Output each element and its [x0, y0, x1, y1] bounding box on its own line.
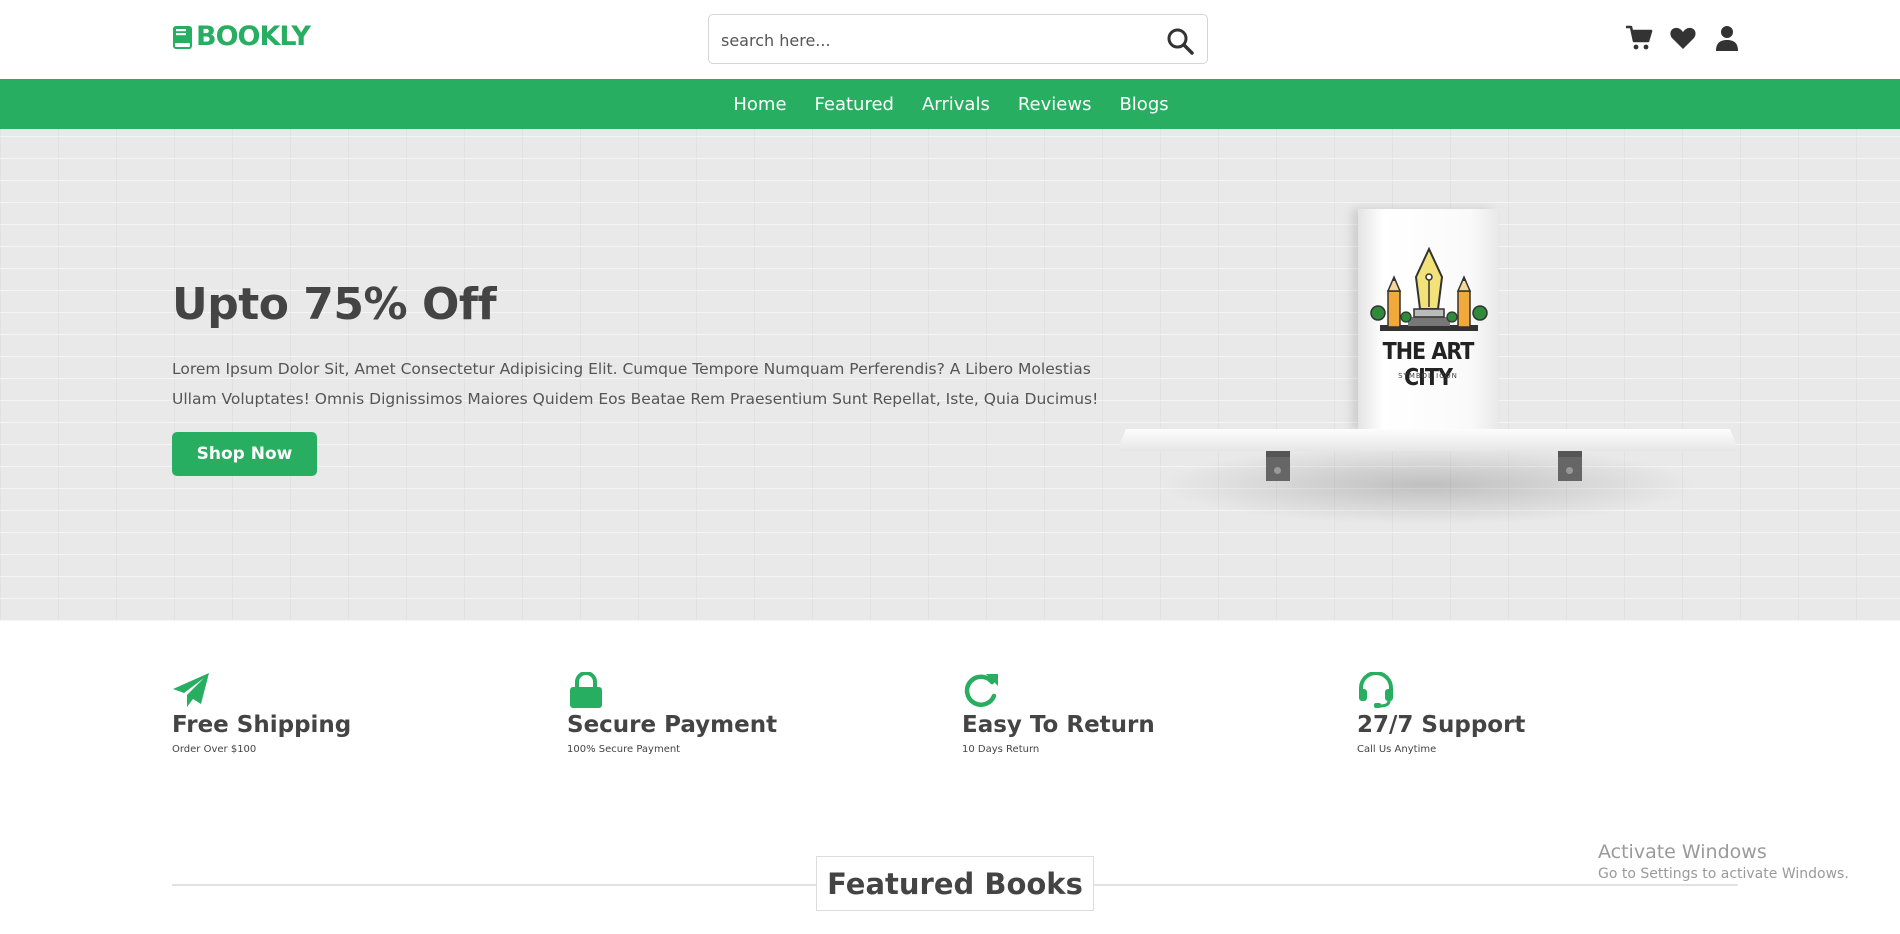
search-input[interactable]	[721, 25, 1121, 55]
user-icon[interactable]	[1713, 24, 1741, 52]
nav-arrivals[interactable]: Arrivals	[920, 94, 990, 115]
featured-books-heading: Featured Books	[816, 856, 1094, 911]
search-form	[708, 14, 1208, 64]
shelf-bracket	[1558, 451, 1582, 481]
book-title: THE ART CITY	[1382, 339, 1475, 391]
shelf-shadow	[1158, 445, 1698, 525]
shelf-bracket	[1266, 451, 1290, 481]
paper-plane-icon	[173, 673, 209, 707]
hero-section: Upto 75% Off Lorem Ipsum Dolor Sit, Amet…	[0, 129, 1900, 621]
header-icons	[1625, 24, 1741, 52]
feature-secure-payment: Secure Payment 100% Secure Payment	[567, 672, 927, 755]
feature-subtitle: 10 Days Return	[962, 744, 1040, 755]
redo-icon	[964, 674, 998, 707]
cart-icon[interactable]	[1625, 24, 1653, 52]
lock-icon	[570, 672, 602, 708]
feature-easy-return: Easy To Return 10 Days Return	[962, 672, 1322, 755]
nav-blogs[interactable]: Blogs	[1117, 94, 1168, 115]
feature-subtitle: 100% Secure Payment	[567, 744, 681, 755]
book-icon	[173, 26, 192, 49]
main-nav: Home Featured Arrivals Reviews Blogs	[0, 79, 1900, 129]
feature-title: Easy To Return	[962, 712, 1155, 738]
logo[interactable]: BOOKLY	[172, 21, 311, 52]
book-cover[interactable]: THE ART CITY SYMBOL ICON	[1358, 209, 1498, 431]
nav-home[interactable]: Home	[731, 94, 786, 115]
heart-icon[interactable]	[1669, 24, 1697, 52]
art-city-logo-icon	[1370, 247, 1488, 331]
search-icon[interactable]	[1165, 26, 1195, 56]
logo-text: BOOKLY	[196, 21, 311, 52]
shelf-board	[1120, 429, 1736, 451]
watermark-title: Activate Windows	[1598, 841, 1767, 863]
headset-icon	[1359, 672, 1393, 708]
feature-title: Secure Payment	[567, 712, 778, 738]
shop-now-button[interactable]: Shop Now	[172, 432, 317, 476]
hero-description: Lorem Ipsum Dolor Sit, Amet Consectetur …	[172, 360, 1099, 408]
windows-activation-watermark: Activate Windows Go to Settings to activ…	[1598, 840, 1849, 884]
nav-featured[interactable]: Featured	[813, 94, 894, 115]
nav-reviews[interactable]: Reviews	[1016, 94, 1092, 115]
book-shelf-illustration: THE ART CITY SYMBOL ICON	[1118, 205, 1738, 605]
header: BOOKLY	[0, 0, 1900, 79]
feature-subtitle: Order Over $100	[172, 744, 257, 755]
feature-free-shipping: Free Shipping Order Over $100	[172, 672, 532, 755]
feature-title: 27/7 Support	[1357, 712, 1526, 738]
hero-title: Upto 75% Off	[172, 279, 497, 330]
feature-subtitle: Call Us Anytime	[1357, 744, 1437, 755]
watermark-subtitle: Go to Settings to activate Windows.	[1598, 866, 1849, 882]
feature-title: Free Shipping	[172, 712, 352, 738]
feature-support: 27/7 Support Call Us Anytime	[1357, 672, 1717, 755]
book-subtitle: SYMBOL ICON	[1398, 372, 1458, 380]
